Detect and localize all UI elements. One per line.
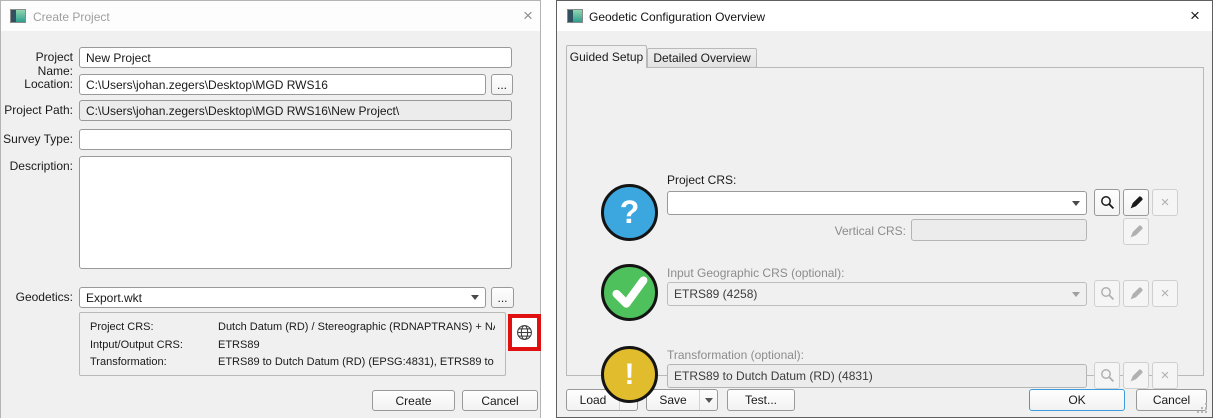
geodetics-label: Geodetics: bbox=[15, 290, 73, 304]
search-icon bbox=[1100, 196, 1114, 210]
save-button-label: Save bbox=[659, 393, 687, 407]
vertical-crs-edit-button bbox=[1123, 218, 1149, 245]
pen-icon bbox=[1130, 369, 1143, 382]
geodetics-browse-button[interactable]: ... bbox=[491, 287, 514, 308]
close-icon[interactable]: × bbox=[515, 4, 541, 28]
transformation-edit-button bbox=[1123, 362, 1149, 389]
project-name-label: Project Name: bbox=[35, 50, 73, 78]
check-icon bbox=[601, 264, 658, 321]
close-icon[interactable]: × bbox=[1182, 4, 1208, 28]
guided-setup-pane: ? Project CRS: × Vertical CRS: Input Geo… bbox=[566, 67, 1204, 403]
create-project-dialog: Create Project × Project Name: Location:… bbox=[0, 0, 541, 418]
geodetics-summary-panel: Project CRS: Dutch Datum (RD) / Stereogra… bbox=[79, 312, 506, 376]
chevron-down-icon bbox=[704, 397, 713, 403]
project-path-label: Project Path: bbox=[4, 103, 73, 117]
search-icon bbox=[1100, 287, 1114, 301]
title-bar: Create Project × bbox=[1, 1, 540, 31]
transformation-input bbox=[667, 364, 1087, 388]
save-menu-arrow[interactable] bbox=[699, 390, 717, 410]
question-icon: ? bbox=[601, 184, 658, 241]
location-label: Location: bbox=[24, 77, 73, 91]
geodetic-configuration-dialog: Geodetic Configuration Overview × Guided… bbox=[556, 0, 1213, 418]
globe-icon-button[interactable] bbox=[516, 324, 533, 341]
input-geographic-crs-combobox: ETRS89 (4258) bbox=[667, 282, 1087, 306]
summary-transformation-value: ETRS89 to Dutch Datum (RD) (EPSG:4831), … bbox=[218, 356, 495, 368]
red-highlight-annotation bbox=[508, 314, 541, 351]
project-crs-label: Project CRS: bbox=[667, 173, 737, 187]
checkmark-glyph bbox=[612, 276, 648, 308]
vertical-crs-label: Vertical CRS: bbox=[834, 224, 906, 238]
chevron-down-icon bbox=[1072, 291, 1080, 297]
pen-icon bbox=[1130, 225, 1143, 238]
app-icon bbox=[10, 9, 26, 23]
clear-x-icon: × bbox=[1160, 285, 1170, 302]
input-geographic-crs-clear-button: × bbox=[1152, 280, 1178, 307]
ok-button[interactable]: OK bbox=[1029, 389, 1125, 411]
survey-type-label: Survey Type: bbox=[3, 132, 73, 146]
cancel-button[interactable]: Cancel bbox=[462, 390, 538, 411]
input-geographic-crs-edit-button bbox=[1123, 280, 1149, 307]
globe-icon bbox=[517, 325, 532, 340]
window-title: Geodetic Configuration Overview bbox=[589, 10, 766, 24]
pen-icon bbox=[1130, 196, 1143, 209]
title-bar: Geodetic Configuration Overview × bbox=[557, 1, 1212, 31]
project-path-input bbox=[79, 100, 512, 121]
description-label: Description: bbox=[9, 159, 73, 173]
pen-icon bbox=[1130, 287, 1143, 300]
warning-icon: ! bbox=[601, 346, 658, 403]
save-button[interactable]: Save bbox=[646, 389, 718, 411]
project-crs-search-button[interactable] bbox=[1094, 189, 1120, 216]
window-title: Create Project bbox=[33, 10, 110, 24]
resize-grip[interactable] bbox=[1197, 403, 1209, 415]
tab-detailed-overview[interactable]: Detailed Overview bbox=[647, 48, 757, 68]
summary-row: Project CRS: Dutch Datum (RD) / Stereogra… bbox=[90, 319, 495, 337]
input-geographic-crs-value: ETRS89 (4258) bbox=[674, 287, 758, 301]
tab-guided-setup[interactable]: Guided Setup bbox=[566, 45, 647, 68]
transformation-clear-button: × bbox=[1152, 362, 1178, 389]
chevron-down-icon bbox=[1072, 200, 1080, 206]
clear-x-icon: × bbox=[1160, 367, 1170, 384]
project-crs-edit-button[interactable] bbox=[1123, 189, 1149, 216]
search-icon bbox=[1100, 369, 1114, 383]
create-button[interactable]: Create bbox=[372, 390, 455, 411]
description-textarea[interactable] bbox=[79, 156, 512, 269]
project-crs-combobox[interactable] bbox=[667, 191, 1087, 215]
transformation-search-button bbox=[1094, 362, 1120, 389]
app-icon bbox=[567, 9, 583, 23]
input-geographic-crs-search-button bbox=[1094, 280, 1120, 307]
project-crs-clear-button: × bbox=[1152, 189, 1178, 216]
input-geographic-crs-label: Input Geographic CRS (optional): bbox=[667, 266, 845, 280]
summary-io-crs-label: Intput/Output CRS: bbox=[90, 338, 183, 351]
summary-row: Transformation: ETRS89 to Dutch Datum (RD… bbox=[90, 354, 495, 372]
project-name-input[interactable] bbox=[79, 47, 512, 68]
survey-type-input[interactable] bbox=[79, 129, 512, 150]
transformation-label: Transformation (optional): bbox=[667, 348, 804, 362]
summary-row: Intput/Output CRS: ETRS89 bbox=[90, 337, 495, 355]
summary-project-crs-label: Project CRS: bbox=[90, 321, 154, 333]
test-button[interactable]: Test... bbox=[727, 389, 795, 411]
vertical-crs-input bbox=[911, 219, 1087, 241]
location-browse-button[interactable]: ... bbox=[491, 74, 513, 95]
clear-x-icon: × bbox=[1160, 194, 1170, 211]
summary-io-crs-value: ETRS89 bbox=[218, 338, 260, 351]
summary-transformation-label: Transformation: bbox=[90, 356, 167, 368]
summary-project-crs-value: Dutch Datum (RD) / Stereographic (RDNAPT… bbox=[218, 321, 495, 333]
geodetics-value: Export.wkt bbox=[86, 290, 143, 305]
location-input[interactable] bbox=[79, 74, 486, 95]
geodetics-combobox[interactable]: Export.wkt bbox=[79, 287, 486, 308]
chevron-down-icon bbox=[471, 295, 479, 300]
